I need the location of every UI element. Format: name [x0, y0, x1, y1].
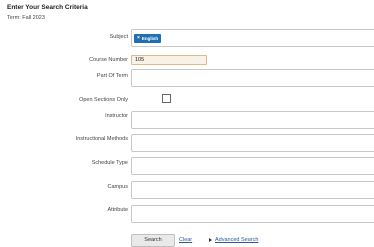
open-sections-checkbox[interactable]: [162, 94, 171, 103]
advanced-search-link[interactable]: Advanced Search: [215, 237, 258, 243]
subject-chip-english[interactable]: × English: [134, 34, 162, 43]
schedule-type-field[interactable]: [131, 157, 374, 175]
instructional-methods-field[interactable]: [131, 134, 374, 152]
campus-label: Campus: [107, 184, 128, 190]
search-button[interactable]: Search: [131, 234, 175, 247]
subject-chip-label: English: [141, 36, 159, 41]
part-of-term-label: Part Of Term: [96, 73, 128, 79]
clear-link[interactable]: Clear: [179, 237, 192, 243]
schedule-type-label: Schedule Type: [91, 160, 128, 166]
instructor-field[interactable]: [131, 111, 374, 129]
open-sections-label: Open Sections Only: [79, 97, 128, 103]
course-number-label: Course Number: [89, 57, 128, 63]
term-label: Term: Fall 2023: [7, 15, 45, 21]
attribute-field[interactable]: [131, 205, 374, 223]
subject-field[interactable]: × English: [131, 29, 374, 47]
part-of-term-field[interactable]: [131, 69, 374, 87]
instructional-methods-label: Instructional Methods: [75, 136, 128, 142]
attribute-label: Attribute: [107, 207, 128, 213]
instructor-label: Instructor: [105, 113, 128, 119]
page-title: Enter Your Search Criteria: [7, 4, 88, 11]
campus-field[interactable]: [131, 181, 374, 199]
subject-label: Subject: [109, 34, 128, 40]
caret-right-icon: [209, 238, 212, 242]
chip-remove-icon[interactable]: ×: [137, 34, 140, 43]
course-number-input[interactable]: 105: [131, 55, 207, 65]
